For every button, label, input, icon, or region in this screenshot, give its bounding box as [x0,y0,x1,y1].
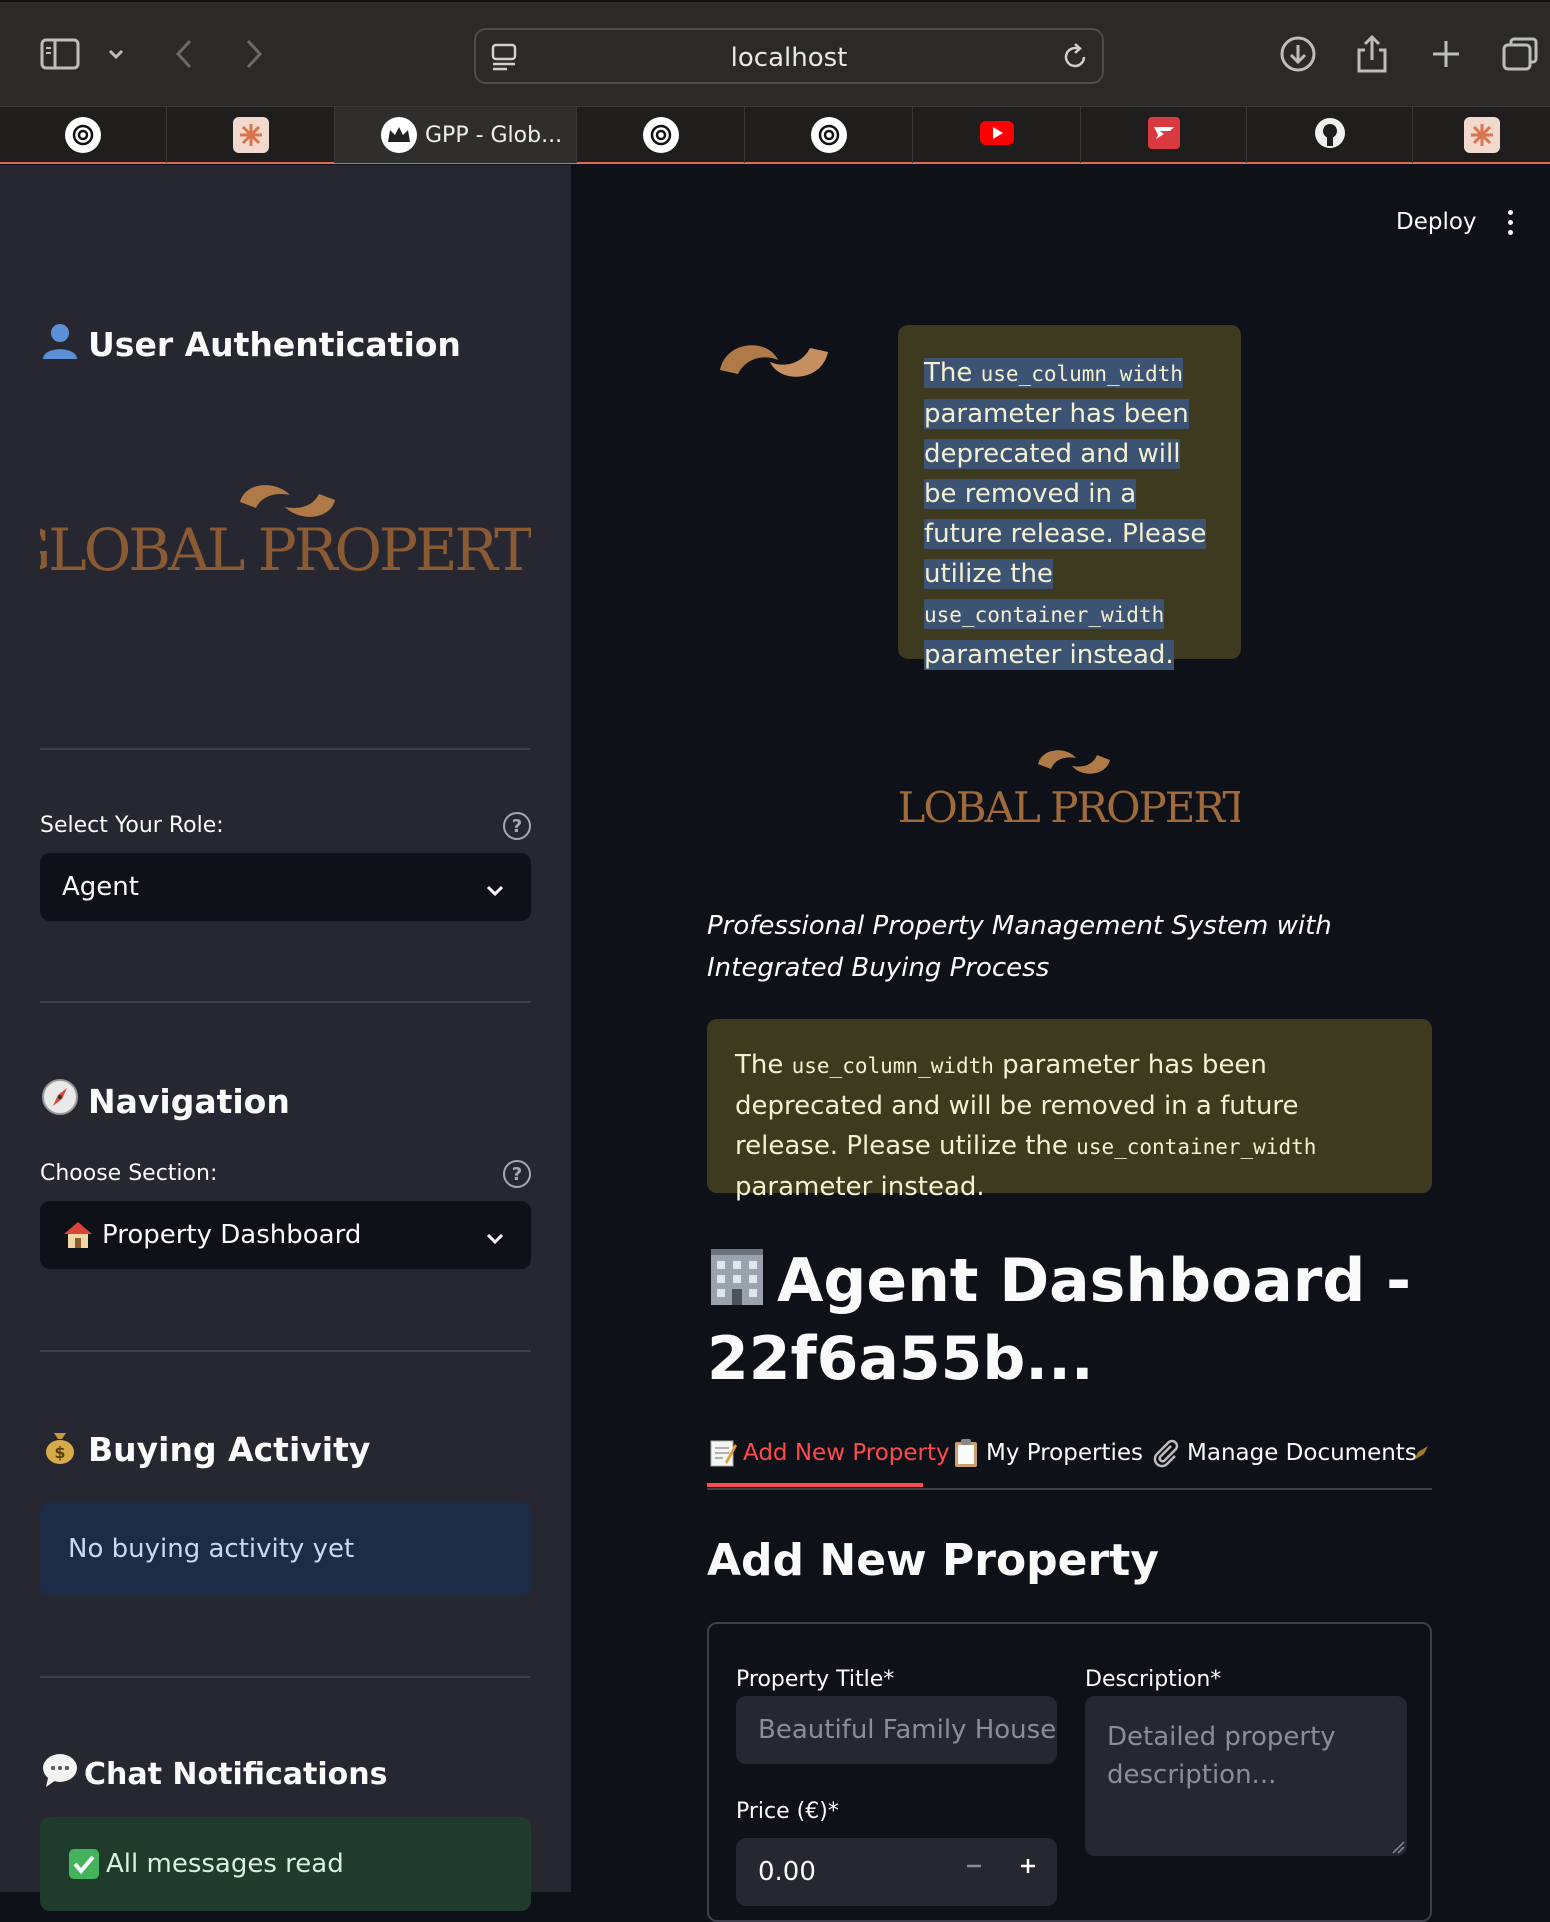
browser-tab[interactable] [1247,107,1413,163]
description-textarea[interactable]: Detailed property description... [1085,1696,1407,1856]
inline-code: use_container_width [924,603,1165,627]
tab-manage-documents[interactable]: Manage Documents [1151,1438,1417,1468]
browser-toolbar: localhost [0,0,1550,106]
divider [40,748,531,750]
memo-icon [709,1438,737,1468]
clipboard-icon [952,1438,980,1468]
share-icon[interactable] [1350,32,1394,76]
browser-tab[interactable] [167,107,335,163]
section-label: Choose Section: [40,1161,218,1186]
more-menu-icon[interactable] [1506,210,1514,235]
browser-tab[interactable] [1081,107,1247,163]
main-logo: GLOBAL PROPERTY [866,740,1279,832]
tab-strip: GPP - Glob... [0,106,1550,164]
help-icon[interactable]: ? [503,1160,531,1188]
chat-status-alert: All messages read [40,1817,531,1911]
url-text: localhost [730,43,848,73]
deploy-button[interactable]: Deploy [1396,209,1477,235]
buying-info-alert: No buying activity yet [40,1502,531,1596]
sidebar-logo: GLOBAL PROPERTY [5,470,572,584]
tab-title: GPP - Glob... [425,122,563,148]
chevron-down-icon[interactable] [94,32,138,76]
auth-heading: User Authentication [40,320,461,368]
active-tab-indicator [707,1483,923,1487]
inline-code: use_container_width [1076,1135,1317,1159]
tagline: Professional Property Management System … [707,911,1332,983]
deprecation-warning-small: The use_column_width parameter has been … [898,325,1241,670]
tab-my-properties[interactable]: My Properties [952,1438,1143,1468]
openai-icon [642,117,679,153]
forward-arrow-icon[interactable] [232,32,276,76]
money-bag-icon: $ [40,1425,80,1473]
browser-tab-active[interactable]: GPP - Glob... [335,107,577,163]
openai-icon [810,117,847,153]
inline-code: use_column_width [980,362,1183,386]
add-property-form: Property Title* Beautiful Family House D… [707,1622,1432,1922]
logo-text: GLOBAL PROPERTY [900,783,1240,830]
openai-icon [65,117,101,153]
sidebar-toggle-icon[interactable] [38,32,82,76]
divider [40,1001,531,1003]
reload-icon[interactable] [1060,42,1090,76]
price-label: Price (€)* [736,1799,839,1824]
crown-icon [381,117,417,153]
download-icon[interactable] [1276,32,1320,76]
dashboard-tabs: Add New Property My Properties Manage Do… [707,1428,1432,1490]
warning-text: The use_column_width parameter has been … [924,358,1207,670]
browser-tab[interactable] [913,107,1081,163]
browser-tab[interactable] [1413,107,1550,163]
logo-text: GLOBAL PROPERTY [40,516,531,580]
navigation-heading: Navigation [40,1077,290,1125]
office-building-icon [707,1247,767,1323]
property-title-input[interactable]: Beautiful Family House [736,1696,1057,1764]
chevron-down-icon [485,1223,505,1253]
decrement-button[interactable] [965,1852,983,1882]
sidebar: User Authentication GLOBAL PROPERTY Sele… [0,165,572,1911]
increment-button[interactable] [1019,1852,1037,1882]
back-arrow-icon[interactable] [162,32,206,76]
youtube-icon [979,121,1014,149]
chevron-down-icon [485,875,505,905]
browser-tab[interactable] [577,107,745,163]
help-icon[interactable]: ? [503,812,531,840]
address-bar[interactable]: localhost [474,28,1104,84]
section-title: Add New Property [707,1535,1159,1586]
overflow-tab-icon[interactable] [1412,1444,1430,1462]
tab-add-new-property[interactable]: Add New Property [709,1438,950,1468]
github-icon [1313,116,1347,154]
svg-text:$: $ [54,1443,65,1462]
description-label: Description* [1085,1667,1222,1692]
section-select[interactable]: Property Dashboard [40,1201,531,1269]
page-title: Agent Dashboard - 22f6a55b... [707,1246,1412,1394]
buying-heading: $ Buying Activity [40,1425,370,1473]
chat-heading: Chat Notifications [40,1750,387,1798]
title-label: Property Title* [736,1667,895,1692]
browser-tab[interactable] [745,107,913,163]
price-input[interactable]: 0.00 [736,1838,1057,1906]
check-icon [68,1848,100,1880]
role-select[interactable]: Agent [40,853,531,921]
new-tab-icon[interactable] [1424,32,1468,76]
divider [40,1350,531,1352]
tab-overview-icon[interactable] [1498,32,1542,76]
claude-icon [1463,117,1500,153]
compass-icon [40,1077,80,1125]
role-select-value: Agent [62,872,139,902]
speech-bubble-icon [40,1750,80,1798]
section-select-value: Property Dashboard [102,1220,362,1250]
user-icon [40,320,80,368]
resize-handle-icon[interactable] [1391,1839,1405,1858]
paperclip-icon [1151,1438,1181,1468]
inline-code: use_column_width [791,1054,994,1078]
house-icon [62,1219,94,1251]
price-value: 0.00 [758,1857,816,1887]
logo-mark-small [716,330,832,396]
expressvpn-icon [1147,117,1180,153]
deprecation-warning: The use_column_width parameter has been … [707,1019,1432,1202]
claude-icon [232,117,269,153]
role-label: Select Your Role: [40,813,224,838]
divider [40,1676,531,1678]
browser-tab[interactable] [0,107,167,163]
